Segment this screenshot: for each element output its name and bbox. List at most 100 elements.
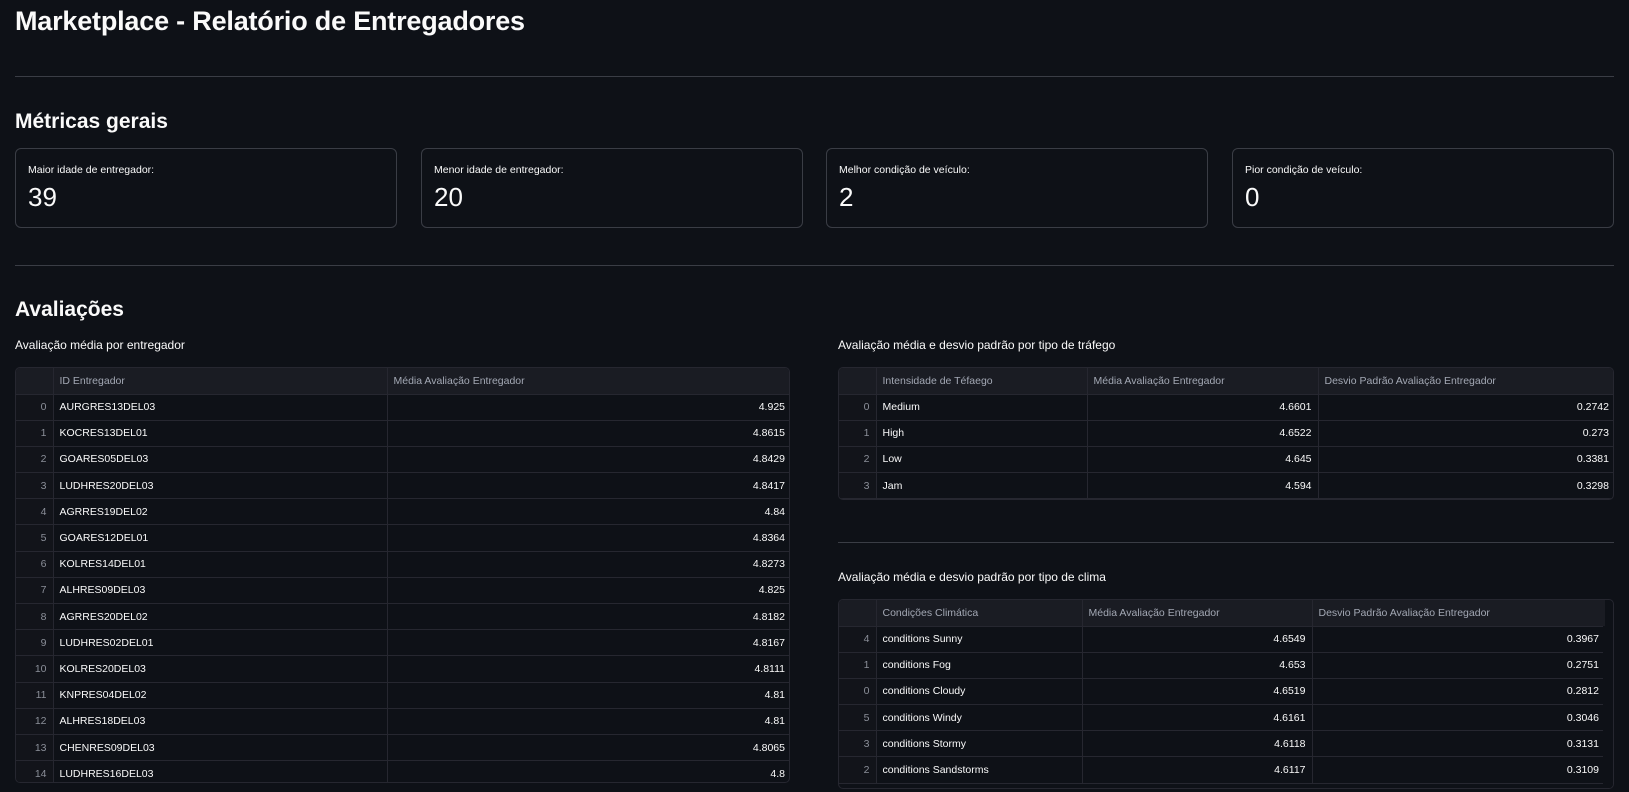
table-cell[interactable]: 4.8429 xyxy=(387,446,789,474)
table-cell[interactable]: Medium xyxy=(876,394,1088,421)
table-cell[interactable]: LUDHRES20DEL03 xyxy=(53,472,388,500)
table-row[interactable]: 10 KOLRES20DEL03 4.8111 xyxy=(16,655,789,683)
table-row[interactable]: 3 LUDHRES20DEL03 4.8417 xyxy=(16,472,789,500)
table-row[interactable]: 2 conditions Sandstorms 4.6117 0.3109 xyxy=(839,756,1605,784)
column-header[interactable]: Condições Climática xyxy=(876,600,1083,627)
table-cell[interactable]: 4.8364 xyxy=(387,524,789,552)
table-cell[interactable]: 4.8167 xyxy=(387,629,789,657)
table-cell[interactable]: 4.6118 xyxy=(1082,730,1313,758)
index-header[interactable] xyxy=(839,368,877,395)
table-cell[interactable]: GOARES12DEL01 xyxy=(53,524,388,552)
table-cell[interactable]: High xyxy=(876,420,1088,447)
table-cell[interactable]: KOLRES20DEL03 xyxy=(53,655,388,683)
table-cell[interactable]: 4.8 xyxy=(387,760,789,782)
table-cell[interactable]: 4.645 xyxy=(1087,446,1319,474)
table-cell[interactable]: LUDHRES02DEL01 xyxy=(53,629,388,657)
table-cell[interactable]: 4.81 xyxy=(387,682,789,709)
row-index[interactable]: 6 xyxy=(16,551,54,578)
row-index[interactable]: 10 xyxy=(16,655,54,683)
table-row[interactable]: 6 KOLRES14DEL01 4.8273 xyxy=(16,551,789,578)
table-row[interactable]: 11 KNPRES04DEL02 4.81 xyxy=(16,682,789,709)
table-cell[interactable]: 0.3298 xyxy=(1318,472,1613,499)
table-cell[interactable]: 4.6519 xyxy=(1082,678,1313,706)
table-cell[interactable]: ALHRES09DEL03 xyxy=(53,577,388,605)
row-index[interactable]: 3 xyxy=(16,472,54,500)
row-index[interactable]: 14 xyxy=(16,760,54,782)
row-index[interactable]: 3 xyxy=(839,472,877,499)
table-cell[interactable]: 0.273 xyxy=(1318,420,1613,447)
table-row[interactable]: 4 AGRRES19DEL02 4.84 xyxy=(16,498,789,526)
row-index[interactable]: 0 xyxy=(839,678,877,706)
table-row[interactable]: 0 conditions Cloudy 4.6519 0.2812 xyxy=(839,678,1605,706)
table-row[interactable]: 0 AURGRES13DEL03 4.925 xyxy=(16,394,789,421)
table-cell[interactable]: conditions Stormy xyxy=(876,730,1083,758)
index-header[interactable] xyxy=(16,368,54,395)
driver-rating-table[interactable]: ID Entregador Média Avaliação Entregador 0… xyxy=(15,367,790,783)
table-cell[interactable]: KNPRES04DEL02 xyxy=(53,682,388,709)
table-cell[interactable]: 4.8182 xyxy=(387,603,789,631)
row-index[interactable]: 8 xyxy=(16,603,54,631)
table-row[interactable]: 2 Low 4.645 0.3381 xyxy=(839,446,1613,474)
table-cell[interactable]: 0.2812 xyxy=(1312,678,1605,706)
table-cell[interactable]: AGRRES19DEL02 xyxy=(53,498,388,526)
table-row[interactable]: 1 conditions Fog 4.653 0.2751 xyxy=(839,652,1605,679)
table-row[interactable]: 14 LUDHRES16DEL03 4.8 xyxy=(16,760,789,782)
table-row[interactable]: 8 AGRRES20DEL02 4.8182 xyxy=(16,603,789,631)
table-row[interactable]: 3 Jam 4.594 0.3298 xyxy=(839,472,1613,499)
table-cell[interactable]: 4.6601 xyxy=(1087,394,1319,421)
table-row[interactable]: 7 ALHRES09DEL03 4.825 xyxy=(16,577,789,605)
row-index[interactable]: 13 xyxy=(16,734,54,762)
row-index[interactable]: 9 xyxy=(16,629,54,657)
row-index[interactable]: 0 xyxy=(839,394,877,421)
table-cell[interactable]: KOCRES13DEL01 xyxy=(53,420,388,447)
weather-rating-table[interactable]: Condições Climática Média Avaliação Entre… xyxy=(838,599,1614,789)
row-index[interactable]: 3 xyxy=(839,730,877,758)
row-index[interactable]: 4 xyxy=(839,626,877,653)
column-header[interactable]: Intensidade de Téfaego xyxy=(876,368,1088,395)
row-index[interactable]: 1 xyxy=(16,420,54,447)
table-cell[interactable]: conditions Windy xyxy=(876,704,1083,732)
table-cell[interactable]: ALHRES18DEL03 xyxy=(53,708,388,735)
table-cell[interactable]: 4.6522 xyxy=(1087,420,1319,447)
table-cell[interactable]: 0.3381 xyxy=(1318,446,1613,474)
table-cell[interactable]: 0.3131 xyxy=(1312,730,1605,758)
row-index[interactable]: 5 xyxy=(16,524,54,552)
table-cell[interactable]: 4.925 xyxy=(387,394,789,421)
table-cell[interactable]: 4.825 xyxy=(387,577,789,605)
table-cell[interactable]: conditions Sandstorms xyxy=(876,756,1083,784)
table-row[interactable]: 4 conditions Sunny 4.6549 0.3967 xyxy=(839,626,1605,653)
table-row[interactable]: 0 Medium 4.6601 0.2742 xyxy=(839,394,1613,421)
table-cell[interactable]: 4.594 xyxy=(1087,472,1319,499)
traffic-rating-table[interactable]: Intensidade de Téfaego Média Avaliação En… xyxy=(838,367,1614,500)
table-cell[interactable]: 4.8615 xyxy=(387,420,789,447)
table-cell[interactable]: GOARES05DEL03 xyxy=(53,446,388,474)
table-row[interactable]: 2 GOARES05DEL03 4.8429 xyxy=(16,446,789,474)
table-row[interactable]: 5 GOARES12DEL01 4.8364 xyxy=(16,524,789,552)
table-cell[interactable]: 0.2751 xyxy=(1312,652,1605,679)
column-header[interactable]: ID Entregador xyxy=(53,368,388,395)
table-cell[interactable]: KOLRES14DEL01 xyxy=(53,551,388,578)
row-index[interactable]: 2 xyxy=(16,446,54,474)
column-header[interactable]: Média Avaliação Entregador xyxy=(1087,368,1319,395)
table-cell[interactable]: LUDHRES16DEL03 xyxy=(53,760,388,782)
index-header[interactable] xyxy=(839,600,877,627)
table-cell[interactable]: AGRRES20DEL02 xyxy=(53,603,388,631)
table-scrollbar[interactable] xyxy=(1603,626,1613,788)
column-header[interactable]: Média Avaliação Entregador xyxy=(387,368,789,395)
row-index[interactable]: 2 xyxy=(839,756,877,784)
column-header[interactable]: Média Avaliação Entregador xyxy=(1082,600,1313,627)
table-cell[interactable]: CHENRES09DEL03 xyxy=(53,734,388,762)
row-index[interactable]: 4 xyxy=(16,498,54,526)
table-cell[interactable]: Low xyxy=(876,446,1088,474)
table-cell[interactable]: 4.8273 xyxy=(387,551,789,578)
table-cell[interactable]: 4.84 xyxy=(387,498,789,526)
table-cell[interactable]: 0.3967 xyxy=(1312,626,1605,653)
table-row[interactable]: 12 ALHRES18DEL03 4.81 xyxy=(16,708,789,735)
table-cell[interactable]: 4.8417 xyxy=(387,472,789,500)
table-cell[interactable]: 0.3046 xyxy=(1312,704,1605,732)
column-header[interactable]: Desvio Padrão Avaliação Entregador xyxy=(1312,600,1605,627)
table-row[interactable]: 3 conditions Stormy 4.6118 0.3131 xyxy=(839,730,1605,758)
table-row[interactable]: 1 KOCRES13DEL01 4.8615 xyxy=(16,420,789,447)
table-cell[interactable]: 4.6161 xyxy=(1082,704,1313,732)
table-cell[interactable]: conditions Cloudy xyxy=(876,678,1083,706)
